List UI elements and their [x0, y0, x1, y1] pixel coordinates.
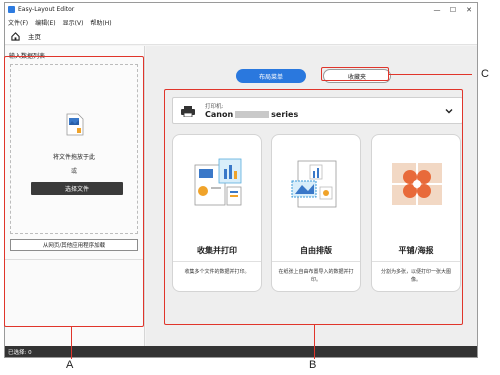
menu-view[interactable]: 显示(V): [63, 18, 84, 27]
title-bar: Easy-Layout Editor — ☐ ✕: [5, 3, 477, 16]
callout-label-c: C: [481, 68, 489, 80]
callout-label-b: B: [309, 359, 317, 371]
callout-line-c: [389, 74, 472, 76]
tab-layout-menu[interactable]: 布局菜单: [236, 69, 306, 83]
callout-label-a: A: [66, 359, 74, 371]
menu-bar: 文件(F) 编辑(E) 显示(V) 帮助(H): [5, 16, 477, 28]
home-icon[interactable]: [11, 31, 20, 41]
home-bar: 主页: [5, 28, 477, 45]
window-title: Easy-Layout Editor: [18, 6, 75, 13]
home-label[interactable]: 主页: [28, 31, 41, 41]
menu-file[interactable]: 文件(F): [8, 18, 28, 27]
callout-box-a: [4, 56, 144, 327]
menu-edit[interactable]: 编辑(E): [35, 18, 55, 27]
minimize-button[interactable]: —: [429, 6, 445, 14]
callout-line-a: [71, 327, 73, 359]
callout-line-b: [314, 325, 316, 359]
close-button[interactable]: ✕: [461, 6, 477, 14]
menu-help[interactable]: 帮助(H): [90, 18, 111, 27]
callout-box-c: [321, 67, 389, 81]
app-icon: [8, 6, 15, 13]
status-bar: 已选择: 0: [5, 346, 477, 357]
maximize-button[interactable]: ☐: [445, 6, 461, 14]
callout-box-b: [164, 89, 463, 325]
